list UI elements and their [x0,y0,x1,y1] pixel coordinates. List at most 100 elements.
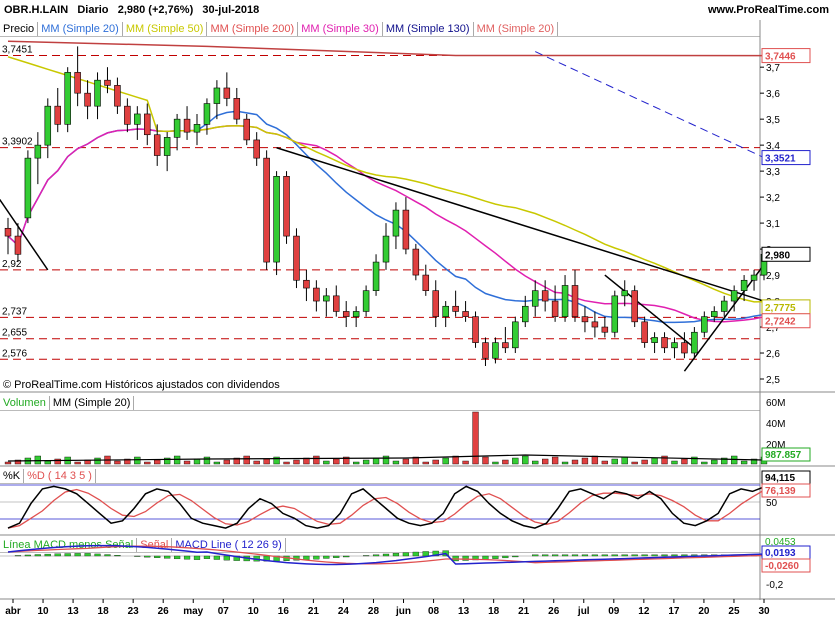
price-chart: 3,73,63,53,43,33,23,132,92,82,72,62,53,7… [0,20,835,617]
volume-bar [44,460,51,465]
volume-bar [213,461,221,465]
volume-bar [74,461,81,465]
price-tick-label: 3,7 [766,63,780,74]
ma20-line [7,110,765,324]
candle [193,124,201,133]
price-box-label: 2,7775 [765,303,796,314]
macd-histogram-bar [392,553,400,557]
macd-histogram-bar [24,554,31,557]
candle [730,290,738,302]
candle [223,87,231,99]
candle [701,316,708,333]
macd-histogram-bar [54,553,61,557]
stoch-tick-label: 50 [766,498,778,509]
price-box-label: 3,3521 [765,154,796,165]
volume-bar [492,461,499,465]
trendline-down [276,147,765,302]
macd-histogram-bar [532,554,539,557]
x-tick-label: 25 [728,606,740,617]
candle [362,290,370,312]
volume-bar [711,459,718,465]
volume-bar [353,461,360,465]
macd-histogram-bar [183,555,191,560]
volume-bar [512,457,519,465]
volume-tick-label: 60M [766,398,785,409]
volume-bar [193,458,201,465]
macd-histogram-bar [144,555,151,558]
stoch-box-d-label: 76,139 [765,486,796,497]
volume-bar [144,461,151,465]
macd-tick-label: -0,2 [766,580,784,591]
macd-histogram-bar [223,555,230,561]
volume-bar [581,457,589,465]
macd-histogram-bar [561,554,569,557]
candle [233,98,241,120]
macd-histogram-bar [114,555,121,557]
candle [681,342,688,354]
x-tick-label: 18 [488,606,500,617]
volume-bar [4,461,12,465]
candle [173,118,181,138]
macd-histogram-bar [203,555,211,559]
macd-histogram-bar [601,554,608,557]
candle [422,274,430,291]
candle [482,342,489,359]
candle [492,342,499,359]
candle [153,134,161,156]
candle [114,85,121,107]
candle [591,321,599,328]
candle [134,113,141,125]
candle [44,105,52,146]
x-tick-label: abr [5,606,21,617]
candle [750,274,758,281]
volume-bar [601,460,608,465]
candle [452,305,459,312]
macd-histogram-bar [402,552,409,557]
ma200-line [7,40,765,57]
macd-histogram-bar [621,554,628,557]
volume-bar [701,461,708,465]
x-tick-label: 20 [698,606,710,617]
macd-histogram-bar [174,555,181,560]
x-tick-label: 18 [98,606,110,617]
candle [323,295,330,302]
macd-histogram-bar [542,554,549,557]
volume-bar [362,459,370,465]
macd-histogram-bar [372,554,380,557]
volume-bar [54,458,61,465]
candle [442,305,449,317]
volume-bar [631,461,638,465]
candle [711,311,718,317]
volume-bar [243,455,250,465]
candle [144,113,151,136]
ma130-line [535,51,765,159]
x-tick-label: 17 [668,606,680,617]
candle [94,79,101,107]
volume-bar [442,457,449,465]
x-tick-label: 10 [37,606,49,617]
macd-histogram-bar [363,555,370,557]
candle [691,331,698,354]
candle [54,105,61,125]
macd-histogram-bar [571,554,579,557]
macd-histogram-bar [382,553,390,557]
candle [531,290,539,307]
candle [581,316,589,323]
macd-histogram-bar [671,554,678,557]
price-tick-label: 3,6 [766,89,780,100]
volume-bar [671,460,678,465]
volume-bar [591,455,599,465]
x-tick-label: 16 [278,606,290,617]
macd-histogram-bar [412,551,419,557]
volume-bar [402,458,410,465]
price-tick-label: 2,5 [766,375,780,386]
level-label: 2,92 [2,259,22,270]
candle [4,227,12,237]
candle [293,235,300,281]
stoch-k-line [7,485,765,529]
volume-bar [611,458,618,465]
candle [472,316,479,343]
volume-bar [502,459,509,465]
macd-histogram-bar [512,555,519,558]
candle [84,92,91,107]
